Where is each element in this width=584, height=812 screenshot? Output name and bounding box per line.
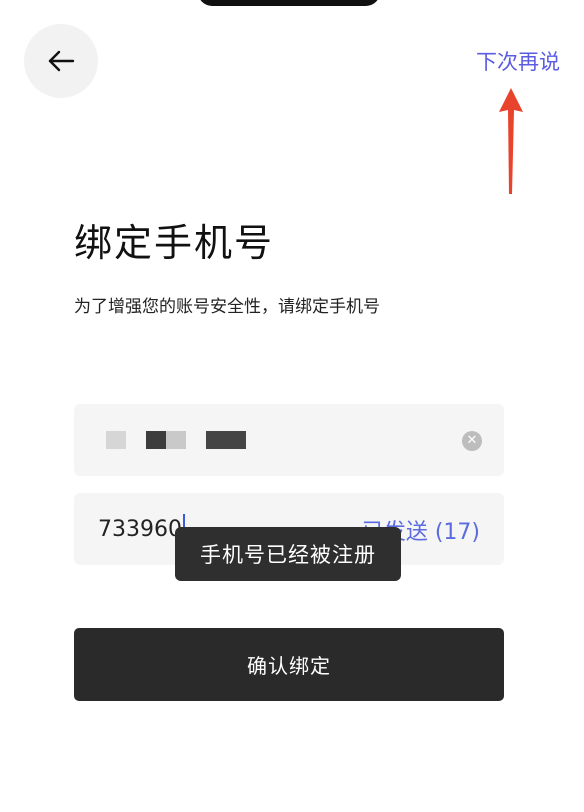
page-subtitle: 为了增强您的账号安全性，请绑定手机号 — [74, 297, 380, 317]
arrow-left-icon — [48, 50, 75, 72]
back-button[interactable] — [24, 24, 98, 98]
skip-link[interactable]: 下次再说 — [476, 46, 560, 76]
toast-message: 手机号已经被注册 — [175, 527, 401, 581]
red-up-arrow-icon — [499, 88, 523, 194]
device-notch — [198, 0, 380, 6]
phone-number-field[interactable] — [74, 404, 504, 476]
page-title: 绑定手机号 — [74, 221, 275, 265]
confirm-bind-button[interactable]: 确认绑定 — [74, 628, 504, 701]
verification-code-value: 733960 — [98, 517, 182, 542]
clear-circle-icon[interactable]: ✕ — [462, 431, 482, 451]
verification-code-input[interactable]: 733960 — [98, 514, 185, 542]
